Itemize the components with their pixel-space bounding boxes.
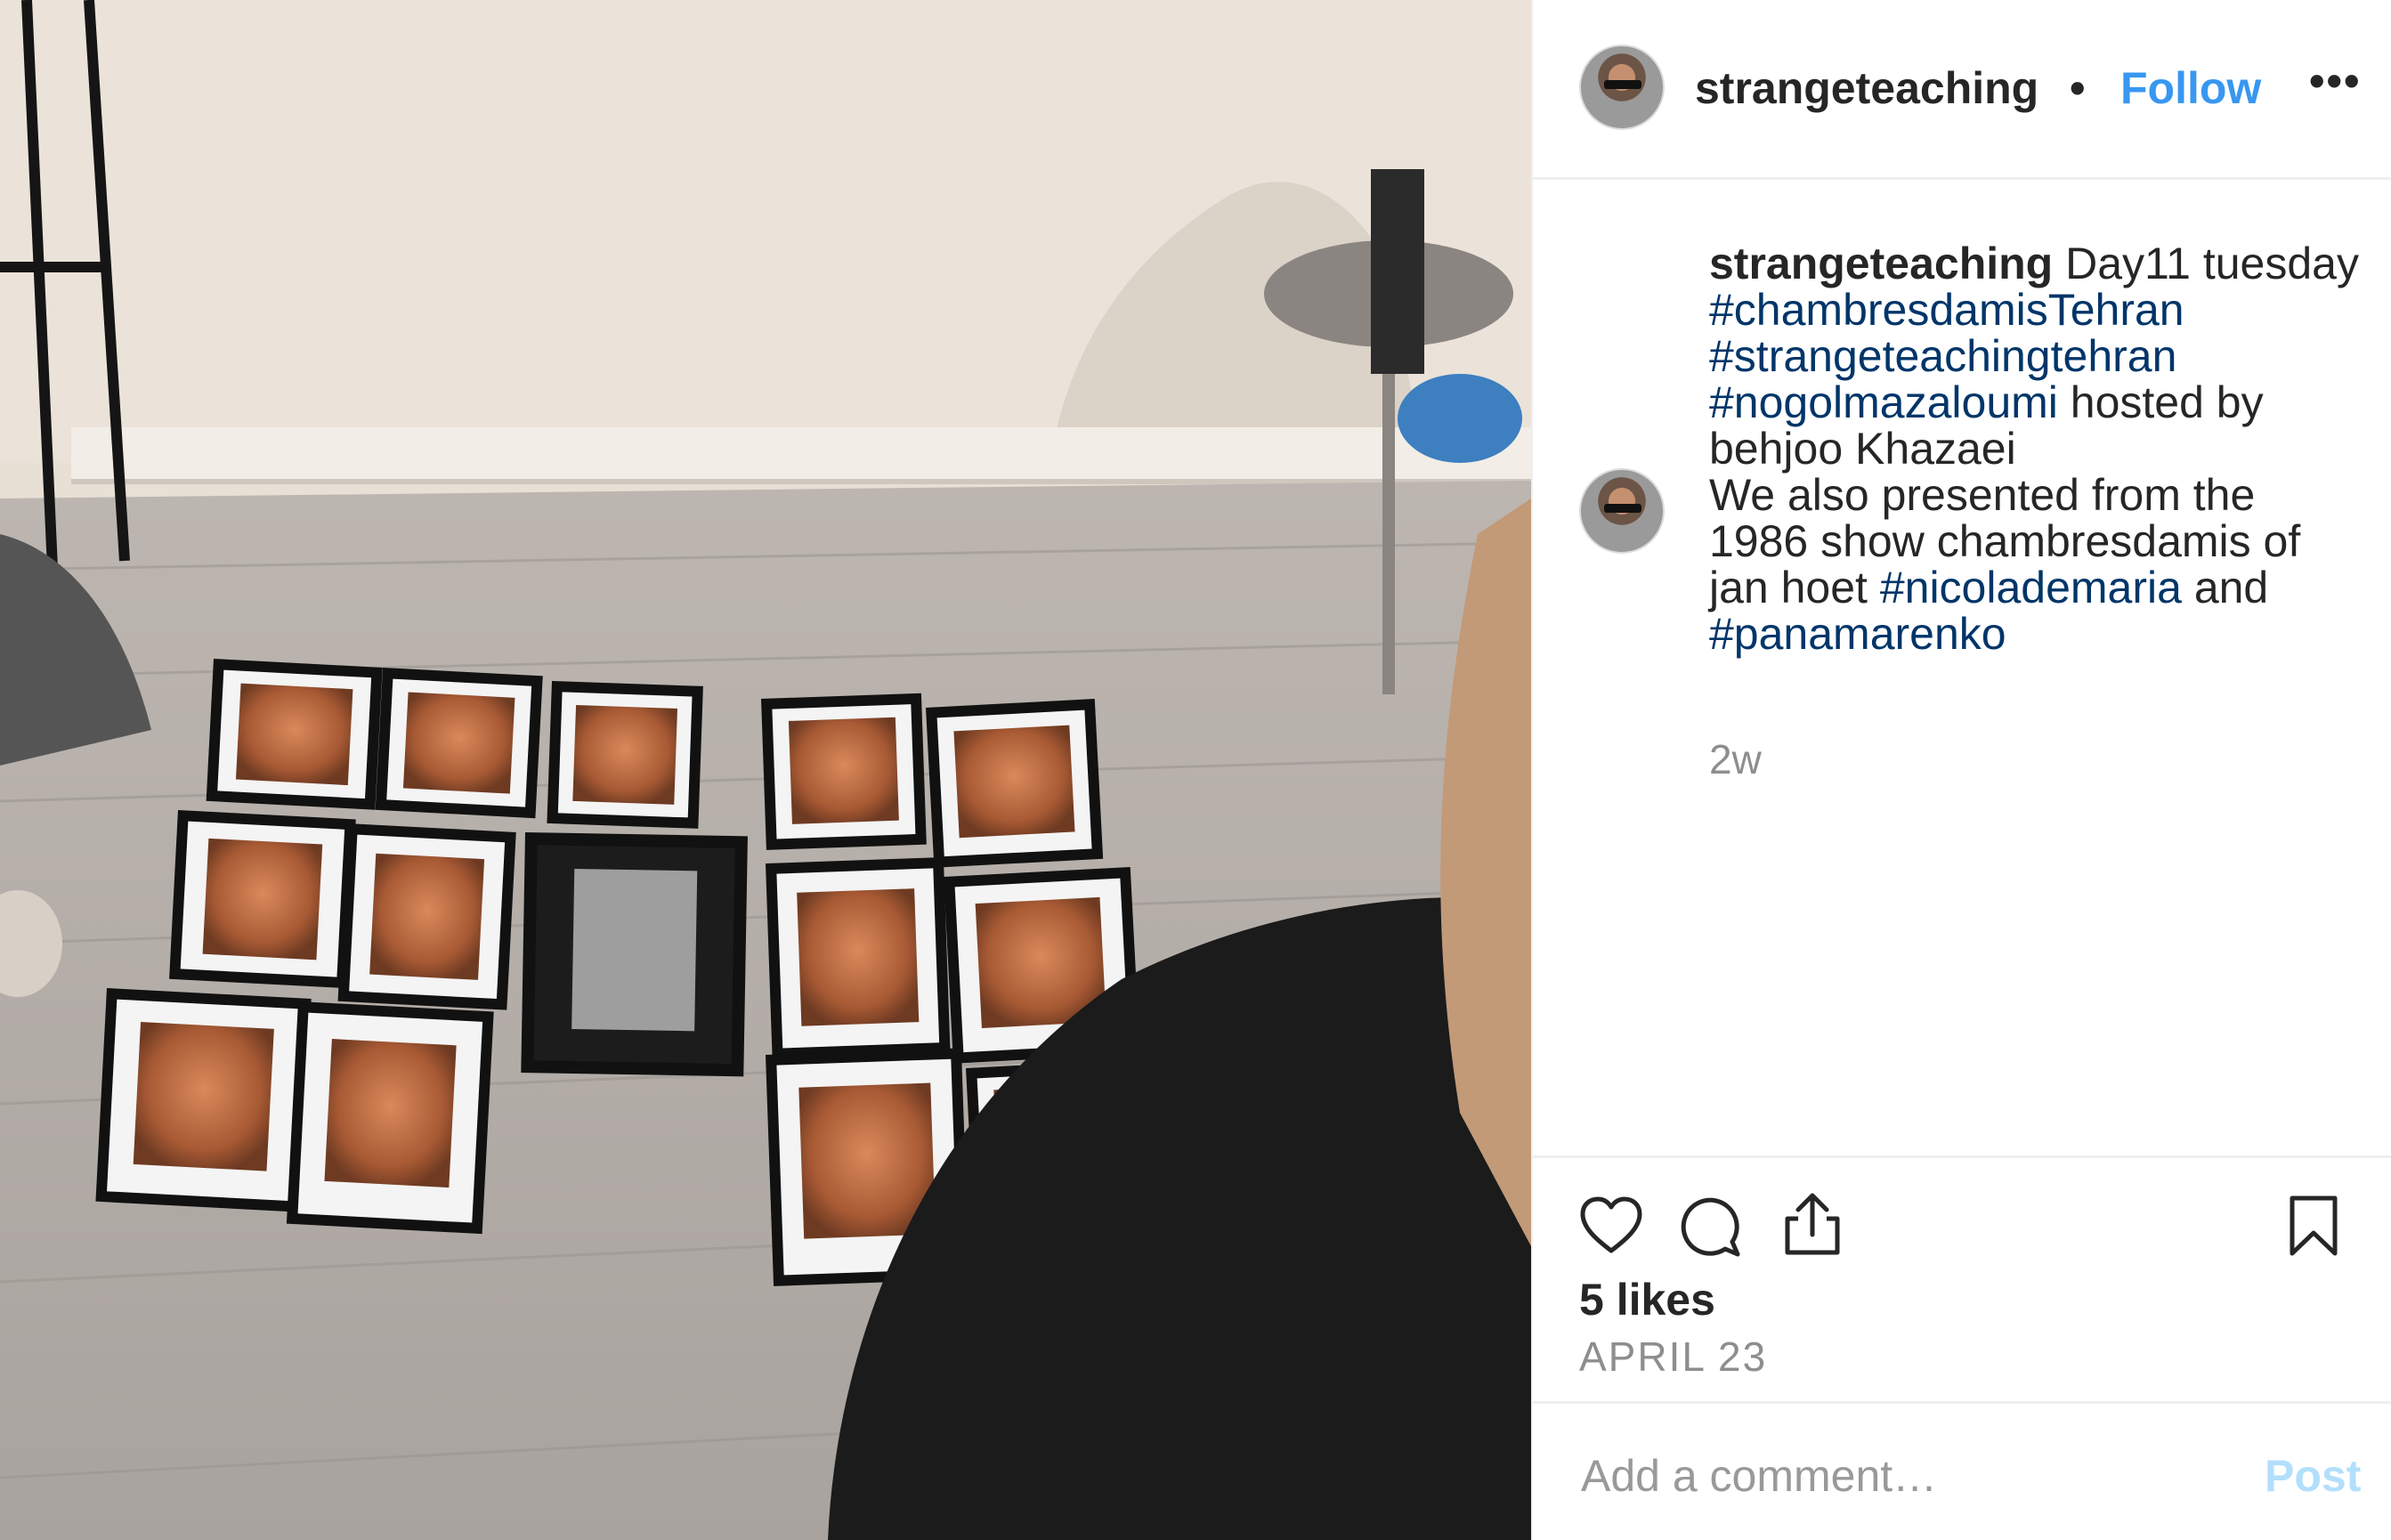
post-time[interactable]: 2w — [1709, 735, 1762, 783]
hashtag-link[interactable]: #nogolmazaloumi — [1709, 377, 2058, 427]
heart-icon[interactable] — [1579, 1196, 1643, 1254]
separator-dot: • — [2070, 63, 2086, 113]
post-date: APRIL 23 — [1579, 1333, 1768, 1380]
share-icon[interactable] — [1782, 1192, 1843, 1256]
caption-avatar[interactable] — [1579, 468, 1665, 554]
hashtag-link[interactable]: #panamarenko — [1709, 609, 2006, 659]
caption-username[interactable]: strangeteaching — [1709, 239, 2053, 288]
action-bar: 5 likes APRIL 23 — [1533, 1155, 2391, 1401]
comment-icon[interactable] — [1681, 1196, 1743, 1258]
hashtag-link[interactable]: #chambresdamisTehran — [1709, 285, 2184, 335]
post-header: strangeteaching • Follow ••• — [1533, 0, 2391, 180]
bookmark-icon[interactable] — [2288, 1194, 2339, 1258]
caption-text: Day11 tuesday — [2053, 239, 2359, 288]
hashtag-link[interactable]: #strangeteachingtehran — [1709, 331, 2176, 381]
instagram-post: strangeteaching • Follow ••• strangeteac… — [0, 0, 2391, 1540]
follow-button[interactable]: Follow — [2120, 62, 2261, 114]
photo-scene — [0, 0, 1531, 1540]
caption-text: and — [2181, 563, 2269, 612]
comment-input[interactable] — [1579, 1448, 2206, 1504]
hashtag-link[interactable]: #nicolademaria — [1880, 563, 2182, 612]
post-side-panel: strangeteaching • Follow ••• strangeteac… — [1531, 0, 2391, 1540]
header-username[interactable]: strangeteaching — [1695, 62, 2069, 114]
avatar[interactable] — [1579, 45, 1665, 130]
post-caption: strangeteaching Day11 tuesday #chambresd… — [1709, 240, 2359, 657]
likes-count[interactable]: 5 likes — [1579, 1274, 1715, 1325]
post-photo[interactable] — [0, 0, 1531, 1540]
comment-bar: Post — [1533, 1401, 2391, 1540]
post-button[interactable]: Post — [2265, 1450, 2361, 1502]
more-options-icon[interactable]: ••• — [2309, 55, 2362, 107]
